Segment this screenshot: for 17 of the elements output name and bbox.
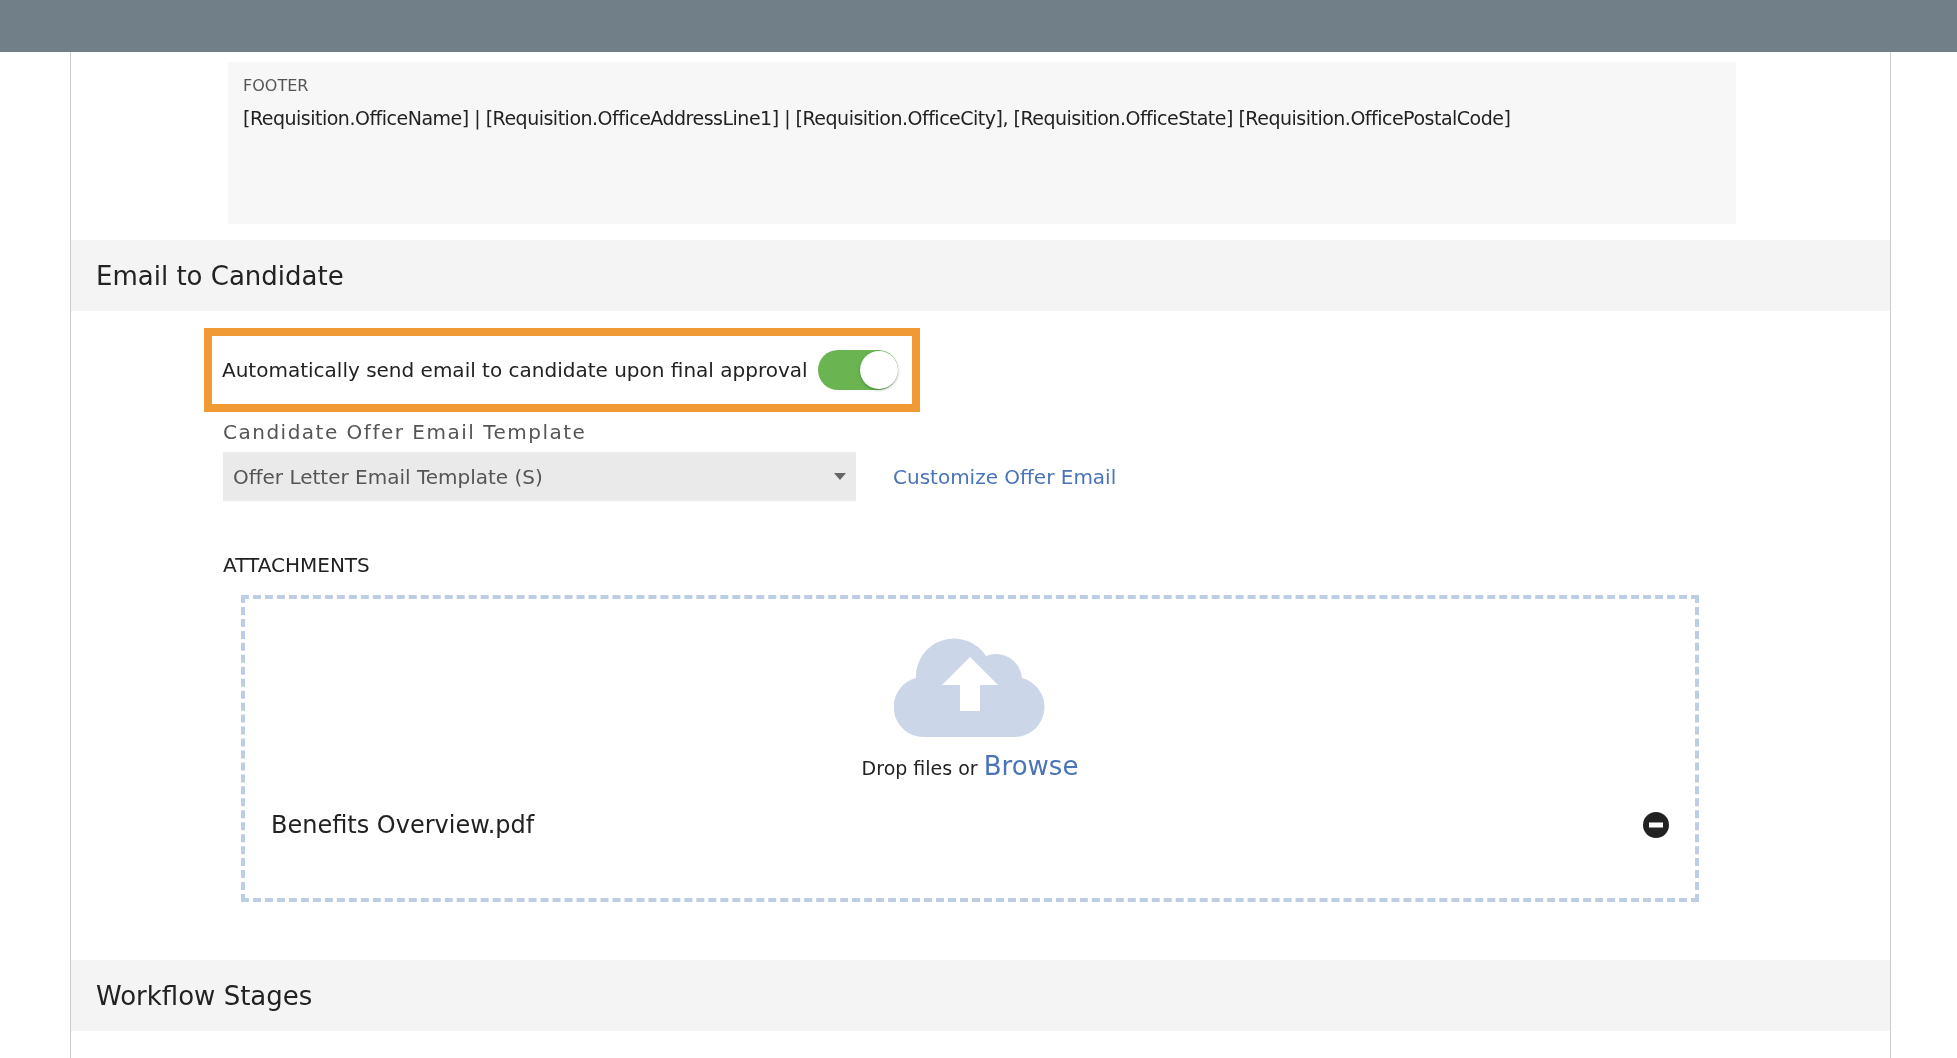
footer-field[interactable]: FOOTER [Requisition.OfficeName] | [Requisition.OfficeAddressLine1] | [Requisition.OfficeCity], [Requisition.OfficeState] [Requisition.OfficePostalCode] xyxy=(228,62,1736,224)
section-title: Workflow Stages xyxy=(96,980,313,1011)
template-dropdown[interactable]: Offer Letter Email Template (S) xyxy=(223,452,856,501)
file-name: Benefits Overview.pdf xyxy=(271,811,535,839)
caret-icon xyxy=(834,473,846,480)
drop-zone[interactable]: Drop files or Browse Benefits Overview.pdf xyxy=(241,595,1699,902)
footer-text: [Requisition.OfficeName] | [Requisition.OfficeAddressLine1] | [Requisition.OfficeCity], [Requisition.OfficeState] [Requisition.OfficePostalCode] xyxy=(243,107,1512,129)
attachments-label: ATTACHMENTS xyxy=(223,553,371,577)
section-title: Email to Candidate xyxy=(96,260,344,291)
toggle-switch[interactable] xyxy=(817,350,898,390)
auto-send-label: Automatically send email to candidate upon final approval xyxy=(222,358,808,382)
template-label: Candidate Offer Email Template xyxy=(223,420,588,444)
remove-icon[interactable] xyxy=(1643,812,1669,838)
drop-files-text: Drop files or xyxy=(861,757,978,779)
customize-link[interactable]: Customize Offer Email xyxy=(893,464,1117,489)
footer-label: FOOTER xyxy=(243,76,310,95)
browse-link[interactable]: Browse xyxy=(983,751,1079,781)
